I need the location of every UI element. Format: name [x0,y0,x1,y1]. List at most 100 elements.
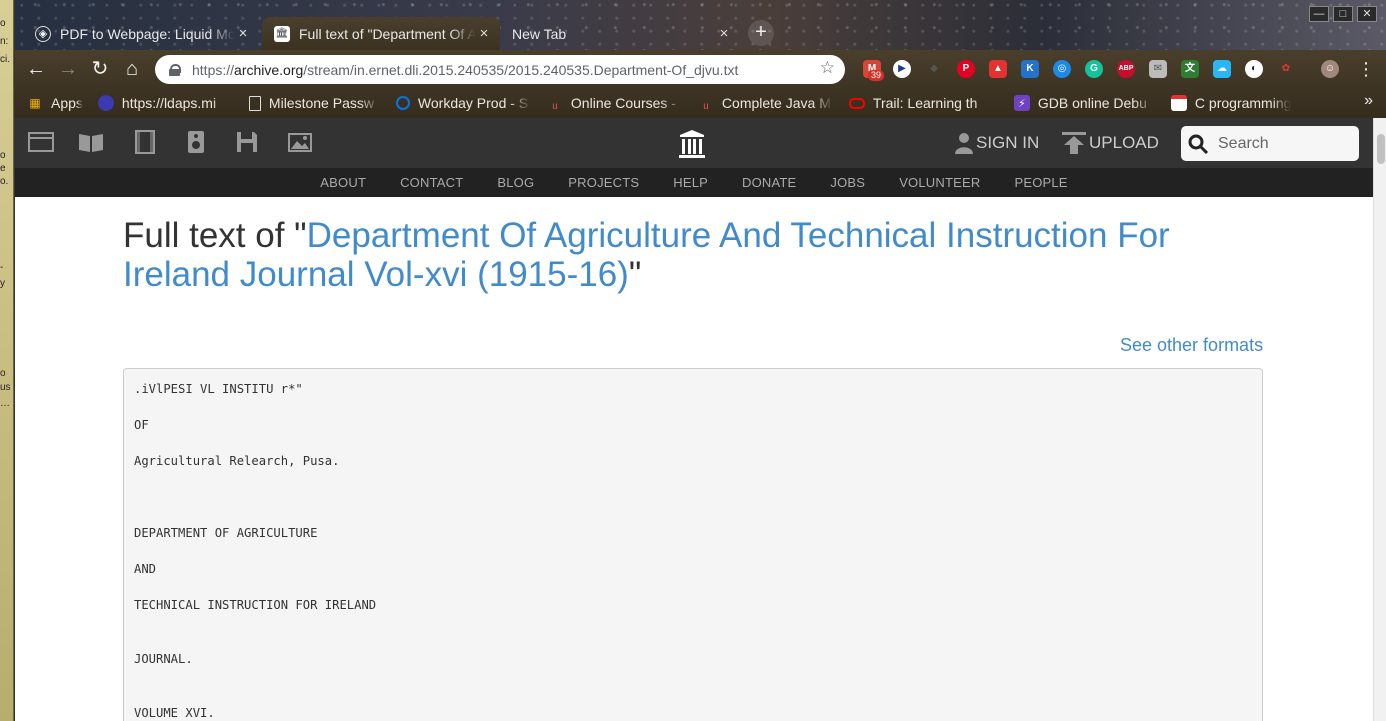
compass-extension-icon[interactable]: ◎ [1053,60,1071,78]
scrollbar-thumb[interactable] [1377,134,1385,164]
bookmarks-bar: ▦ Apps https://ldaps.mi Milestone Passw … [15,88,1386,118]
pinterest-extension-icon[interactable]: P [957,60,975,78]
title-prefix: Full text of " [123,216,307,255]
bookmark-trail-learning[interactable]: Trail: Learning th [848,95,999,111]
nav-people[interactable]: PEOPLE [1014,175,1067,190]
bookmark-label: Online Courses - [570,95,676,111]
nav-about[interactable]: ABOUT [320,175,366,190]
tab-new-tab[interactable]: New Tab × [500,17,740,50]
menu-kebab-icon[interactable]: ⋮ [1353,56,1379,82]
oracle-icon [848,97,865,109]
url-path: /stream/in.ernet.dli.2015.240535/2015.24… [303,61,739,78]
close-tab-icon[interactable]: × [716,25,732,42]
adobe-icon: ◈ [35,25,51,42]
page-icon [248,95,261,111]
full-text-block: .iVlPESI VL INSTITU r*" OF Agricultural … [123,368,1263,721]
texts-icon[interactable] [78,130,104,154]
software-icon[interactable] [234,130,260,154]
close-window-button[interactable]: ✕ [1357,6,1377,22]
page-content: Full text of "Department Of Agriculture … [15,197,1373,721]
gmail-badge: 39 [868,70,885,81]
nav-projects[interactable]: PROJECTS [568,175,639,190]
bookmark-ldaps[interactable]: https://ldaps.mi [97,95,234,111]
bookmark-star-icon[interactable]: ☆ [820,58,835,78]
nav-jobs[interactable]: JOBS [830,175,865,190]
nav-donate[interactable]: DONATE [742,175,796,190]
site-nav: ABOUT CONTACT BLOG PROJECTS HELP DONATE … [15,168,1373,197]
bookmark-milestone[interactable]: Milestone Passw [248,95,381,111]
tab-pdf-to-webpage[interactable]: ◈ PDF to Webpage: Liquid Mode × [23,17,259,50]
tab-strip: ◈ PDF to Webpage: Liquid Mode × 🏛 Full t… [15,0,1386,50]
back-button[interactable]: ← [23,56,49,82]
apps-grid-icon: ▦ [29,96,41,110]
extension-icon[interactable]: ◆ [925,60,943,78]
bookmark-label: Apps [51,95,83,111]
tab-title: New Tab [512,25,567,42]
page-title: Full text of "Department Of Agriculture … [123,216,1233,294]
tab-full-text[interactable]: 🏛 Full text of "Department Of Agricultur… [262,17,500,50]
web-icon[interactable] [28,130,54,154]
search-icon[interactable] [1188,134,1208,154]
bookmark-online-courses[interactable]: ᵤ Online Courses - [547,95,683,111]
address-bar[interactable]: https://archive.org/stream/in.ernet.dli.… [155,55,845,84]
page-scrollbar[interactable] [1373,118,1386,721]
bookmark-apps[interactable]: ▦ Apps [27,95,83,111]
nav-help[interactable]: HELP [673,175,708,190]
colors-extension-icon[interactable]: ✿ [1277,60,1295,78]
user-icon [955,133,973,154]
adblock-extension-icon[interactable]: ABP [1117,60,1135,78]
nav-blog[interactable]: BLOG [497,175,534,190]
tab-title: Full text of "Department Of Agriculture" [299,25,476,42]
mail-extension-icon[interactable]: ✉ [1149,60,1167,78]
new-tab-button[interactable]: + [748,20,774,46]
upload-icon [1062,132,1086,154]
udemy-icon: ᵤ [703,95,709,111]
bookmark-label: Workday Prod - S [417,95,529,111]
title-suffix: " [628,255,642,294]
dark-mode-extension-icon[interactable]: ◐ [1245,60,1263,78]
bookmark-gdb-online[interactable]: ⚡ GDB online Debu [1013,95,1156,111]
play-extension-icon[interactable]: ▶ [893,60,911,78]
forward-button[interactable]: → [55,56,81,82]
bookmark-c-programming[interactable]: C programming [1170,95,1291,111]
site-search[interactable] [1181,126,1359,161]
avatar[interactable]: ☺ [1321,60,1339,78]
udemy-icon: ᵤ [552,95,558,111]
reload-button[interactable]: ↻ [87,56,113,82]
bolt-icon: ⚡ [1013,95,1030,111]
search-input[interactable] [1218,134,1348,153]
bookmarks-overflow-button[interactable]: » [1364,92,1373,110]
bookmark-label: Complete Java M [721,95,831,111]
maximize-button[interactable]: □ [1333,6,1353,22]
browser-window: ◈ PDF to Webpage: Liquid Mode × 🏛 Full t… [14,0,1386,721]
grammarly-extension-icon[interactable]: G [1085,60,1103,78]
bookmark-workday[interactable]: Workday Prod - S [395,95,532,111]
bookmark-label: Milestone Passw [268,95,374,111]
home-button[interactable]: ⌂ [119,56,145,82]
cloud-extension-icon[interactable]: ☁ [1213,60,1231,78]
k-extension-icon[interactable]: K [1021,60,1039,78]
minimize-button[interactable]: — [1309,6,1329,22]
internet-archive-logo-icon[interactable] [678,129,706,159]
nav-volunteer[interactable]: VOLUNTEER [899,175,980,190]
close-tab-icon[interactable]: × [476,25,492,42]
globe-icon [97,95,114,111]
book-icon [1170,95,1187,111]
sign-in-button[interactable]: SIGN IN [955,132,1039,154]
bookmark-label: Trail: Learning th [872,95,978,111]
video-icon[interactable] [132,130,158,154]
bookmark-complete-java[interactable]: ᵤ Complete Java M [698,95,834,111]
nav-contact[interactable]: CONTACT [400,175,463,190]
bookmark-label: https://ldaps.mi [121,95,217,111]
close-tab-icon[interactable]: × [235,25,251,42]
notification-extension-icon[interactable]: ▲ [989,60,1007,78]
upload-button[interactable]: UPLOAD [1062,132,1159,154]
upload-label: UPLOAD [1089,133,1159,152]
other-formats-link[interactable]: See other formats [1120,335,1263,356]
archive-icon: 🏛 [274,25,290,42]
images-icon[interactable] [287,130,313,154]
bookmark-label: GDB online Debu [1037,95,1147,111]
translate-extension-icon[interactable]: 文 [1181,60,1199,78]
desktop-background: o n: ci. o e o. -y o us… [0,0,14,721]
audio-icon[interactable] [183,130,209,154]
